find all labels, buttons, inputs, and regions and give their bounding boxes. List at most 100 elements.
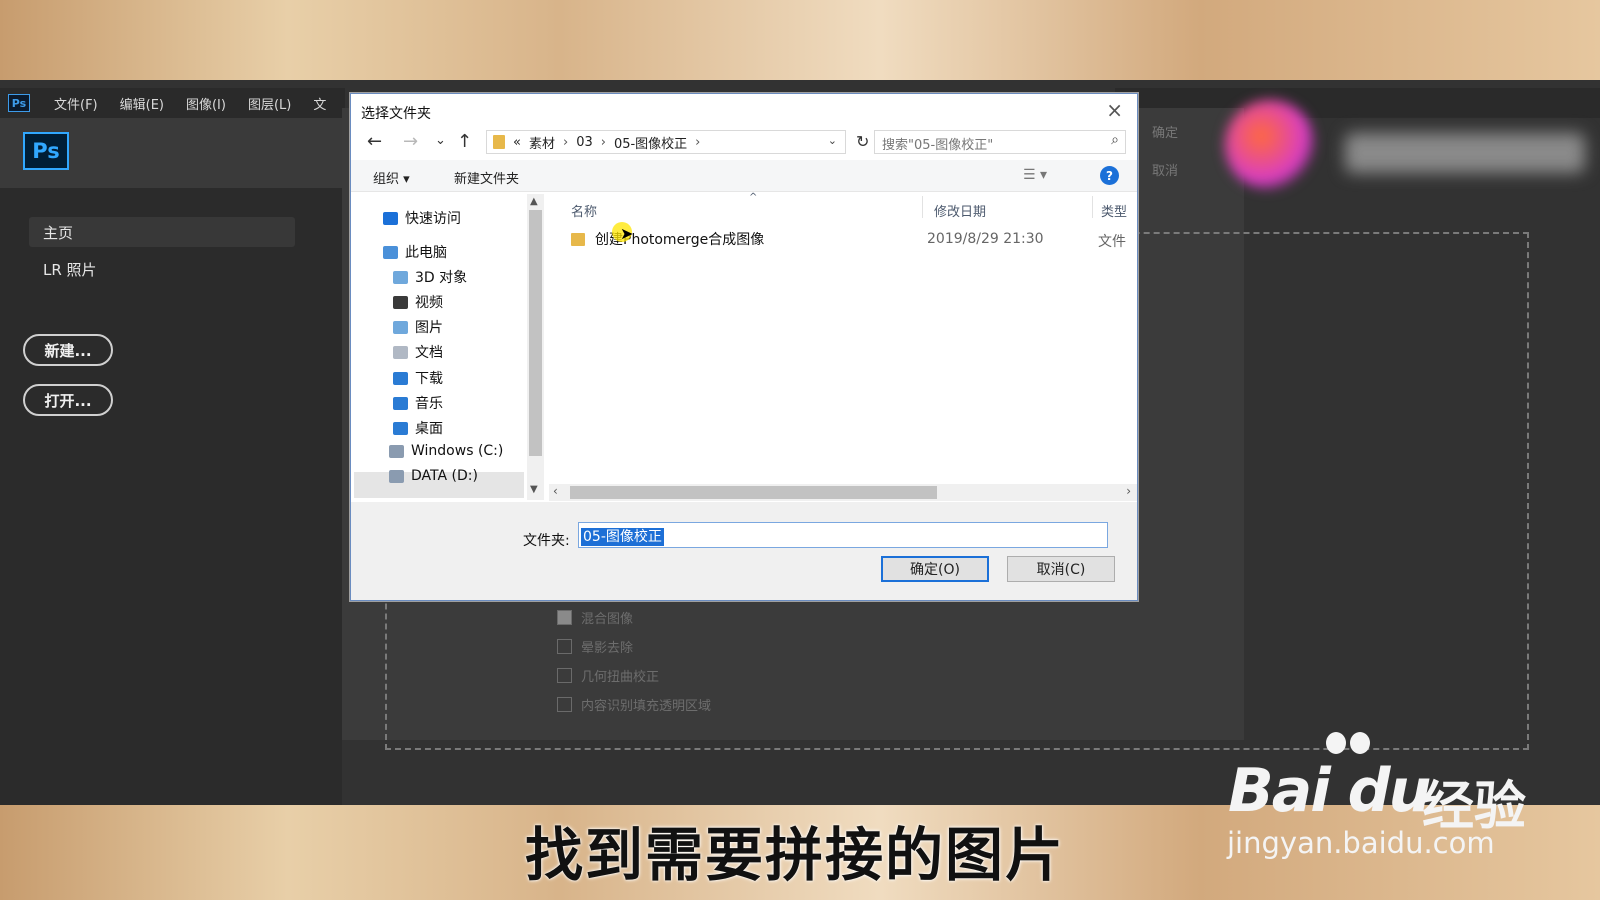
menu-layer[interactable]: 图层(L) — [248, 94, 291, 113]
back-arrow-icon[interactable]: ← — [367, 131, 382, 152]
video-subtitle: 找到需要拼接的图片 — [525, 821, 1066, 889]
option-geometric-distortion[interactable]: 几何扭曲校正 — [557, 666, 659, 685]
open-button[interactable]: 打开... — [23, 384, 113, 416]
checkbox-icon[interactable] — [557, 697, 572, 712]
scroll-down-icon[interactable]: ▼ — [530, 484, 538, 495]
breadcrumb-overflow[interactable]: « — [513, 135, 521, 150]
ok-button[interactable]: 确定(O) — [881, 556, 989, 582]
nav-item-1[interactable]: 快速访问 — [383, 208, 461, 228]
nav-item-label: 下载 — [415, 371, 443, 387]
folder-name-value: 05-图像校正 — [581, 528, 664, 546]
option-vignette-removal[interactable]: 晕影去除 — [557, 637, 633, 656]
menu-type[interactable]: 文 — [313, 94, 326, 113]
search-icon[interactable]: ⌕ — [1111, 132, 1119, 148]
sort-ascending-icon: ^ — [749, 192, 758, 203]
nav-item-5[interactable]: 图片 — [393, 317, 443, 337]
documents-icon — [393, 345, 408, 359]
drive-c-icon — [389, 444, 404, 458]
column-header-name[interactable]: 名称 — [571, 201, 597, 220]
file-type: 文件 — [1098, 234, 1126, 250]
nav-item-label: 音乐 — [415, 396, 443, 412]
photomerge-cancel-button[interactable]: 取消 — [1152, 160, 1178, 179]
cancel-button[interactable]: 取消(C) — [1007, 556, 1115, 582]
recent-locations-icon[interactable]: ⌄ — [435, 133, 446, 148]
nav-item-label: 文档 — [415, 345, 443, 361]
forward-arrow-icon[interactable]: → — [403, 131, 418, 152]
ps-menubar: Ps 文件(F) 编辑(E) 图像(I) 图层(L) 文 — [0, 88, 345, 118]
view-options-icon[interactable]: ☰ ▾ — [1023, 167, 1047, 183]
breadcrumb-item[interactable]: 05-图像校正 — [614, 133, 687, 152]
option-content-aware-fill[interactable]: 内容识别填充透明区域 — [557, 695, 711, 714]
column-divider[interactable] — [922, 196, 923, 218]
ps-small-logo: Ps — [8, 94, 30, 112]
folder-name-input[interactable]: 05-图像校正 — [578, 522, 1108, 548]
breadcrumb-item[interactable]: 03 — [576, 135, 593, 150]
folder-label: 文件夹: — [523, 533, 570, 549]
search-input[interactable]: 搜索"05-图像校正" ⌕ — [874, 130, 1126, 154]
file-row[interactable]: 创建Photomerge合成图像 — [571, 229, 764, 249]
navigation-bar: ← → ⌄ ↑ « 素材 › 03 › 05-图像校正 › ⌄ ↻ 搜索"05-… — [351, 127, 1137, 157]
nav-item-label: 快速访问 — [405, 211, 461, 227]
star-icon — [383, 211, 398, 225]
help-icon[interactable]: ? — [1100, 166, 1119, 185]
menu-file[interactable]: 文件(F) — [54, 94, 98, 113]
nav-item-8[interactable]: 音乐 — [393, 393, 443, 413]
checkbox-icon[interactable] — [557, 639, 572, 654]
option-blend-images[interactable]: 混合图像 — [557, 608, 633, 627]
nav-home[interactable]: 主页 — [29, 217, 295, 247]
close-icon[interactable]: × — [1106, 98, 1123, 122]
scrollbar-thumb[interactable] — [529, 210, 542, 456]
breadcrumb-item[interactable]: 素材 — [529, 133, 555, 152]
checkbox-checked-icon[interactable] — [557, 610, 572, 625]
option-label: 几何扭曲校正 — [581, 670, 660, 685]
nav-lr-photos[interactable]: LR 照片 — [43, 259, 97, 280]
column-header-type[interactable]: 类型 — [1101, 201, 1127, 220]
chevron-down-icon[interactable]: ⌄ — [828, 134, 837, 147]
checkbox-icon[interactable] — [557, 668, 572, 683]
photomerge-ok-button[interactable]: 确定 — [1152, 122, 1178, 141]
scroll-up-icon[interactable]: ▲ — [530, 196, 538, 207]
column-header-date[interactable]: 修改日期 — [934, 201, 986, 220]
3d-objects-icon — [393, 270, 408, 284]
watermark-baidu: Bai du — [1228, 756, 1431, 826]
navigation-pane: 快速访问此电脑 3D 对象视频图片文档下载音乐桌面 Windows (C:) DATA… — [351, 194, 543, 494]
scroll-left-icon[interactable]: ‹ — [553, 484, 558, 498]
nav-item-label: 此电脑 — [405, 245, 447, 261]
downloads-icon — [393, 371, 408, 385]
chevron-right-icon: › — [695, 134, 701, 150]
nav-item-2[interactable]: 此电脑 — [383, 242, 447, 262]
folder-icon — [571, 232, 585, 246]
dialog-title: 选择文件夹 — [361, 106, 431, 122]
computer-icon — [383, 245, 398, 259]
scrollbar-thumb[interactable] — [570, 486, 937, 499]
chevron-right-icon: › — [562, 134, 569, 150]
nav-item-9[interactable]: 桌面 — [393, 418, 443, 438]
video-icon — [393, 295, 408, 309]
drive-d-icon — [389, 469, 404, 483]
address-bar[interactable]: « 素材 › 03 › 05-图像校正 › ⌄ — [486, 130, 846, 154]
nav-item-4[interactable]: 视频 — [393, 292, 443, 312]
vertical-scrollbar[interactable]: ▲ ▼ — [527, 194, 544, 500]
nav-item-11[interactable]: DATA (D:) — [389, 468, 478, 484]
option-label: 晕影去除 — [581, 641, 634, 656]
organize-button[interactable]: 组织 ▾ — [373, 168, 410, 187]
menu-image[interactable]: 图像(I) — [186, 94, 226, 113]
background-top — [0, 0, 1600, 80]
baidu-paw-logo — [1326, 732, 1374, 754]
nav-item-10[interactable]: Windows (C:) — [389, 443, 503, 459]
scroll-right-icon[interactable]: › — [1126, 484, 1131, 498]
option-label: 混合图像 — [581, 612, 634, 627]
desktop-icon — [393, 421, 408, 435]
column-divider[interactable] — [1092, 196, 1093, 218]
refresh-icon[interactable]: ↻ — [856, 132, 869, 151]
menu-edit[interactable]: 编辑(E) — [120, 94, 164, 113]
search-placeholder: 搜索"05-图像校正" — [882, 138, 994, 153]
horizontal-scrollbar[interactable]: ‹ › — [549, 484, 1137, 501]
nav-item-7[interactable]: 下载 — [393, 368, 443, 388]
nav-item-6[interactable]: 文档 — [393, 342, 443, 362]
new-button[interactable]: 新建... — [23, 334, 113, 366]
option-label: 内容识别填充透明区域 — [581, 699, 712, 714]
new-folder-button[interactable]: 新建文件夹 — [454, 168, 519, 187]
nav-item-3[interactable]: 3D 对象 — [393, 267, 467, 287]
up-arrow-icon[interactable]: ↑ — [457, 131, 472, 152]
